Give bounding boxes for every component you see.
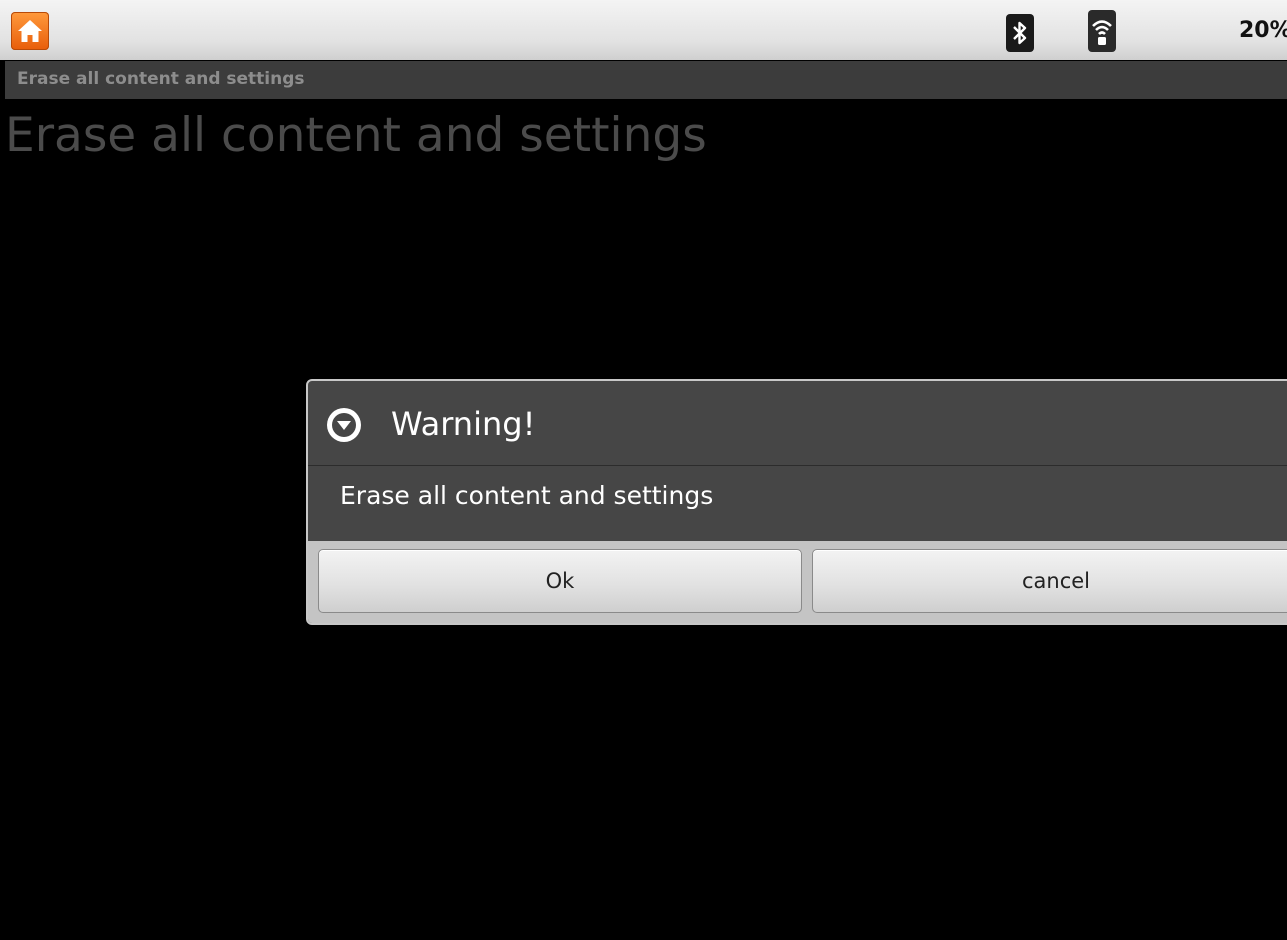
dialog-divider [308, 465, 1287, 466]
title-bar-label: Erase all content and settings [17, 69, 305, 89]
battery-percentage: 20% [1239, 18, 1287, 43]
dialog-header: Warning! [308, 381, 1287, 465]
page-heading: Erase all content and settings [5, 108, 707, 163]
warning-dialog: Warning! Erase all content and settings … [306, 379, 1287, 625]
bluetooth-icon [1006, 14, 1034, 52]
cancel-button[interactable]: cancel [812, 549, 1287, 613]
screen: 20% Erase all content and settings Erase… [0, 0, 1287, 940]
dialog-title: Warning! [391, 405, 536, 443]
wifi-icon [1088, 10, 1116, 52]
dialog-button-bar: Ok cancel [308, 541, 1287, 623]
warning-icon [326, 407, 362, 443]
home-icon[interactable] [11, 12, 49, 50]
title-bar: Erase all content and settings [5, 61, 1287, 99]
status-bar: 20% [0, 0, 1287, 60]
dialog-message: Erase all content and settings [340, 481, 714, 510]
ok-button[interactable]: Ok [318, 549, 802, 613]
